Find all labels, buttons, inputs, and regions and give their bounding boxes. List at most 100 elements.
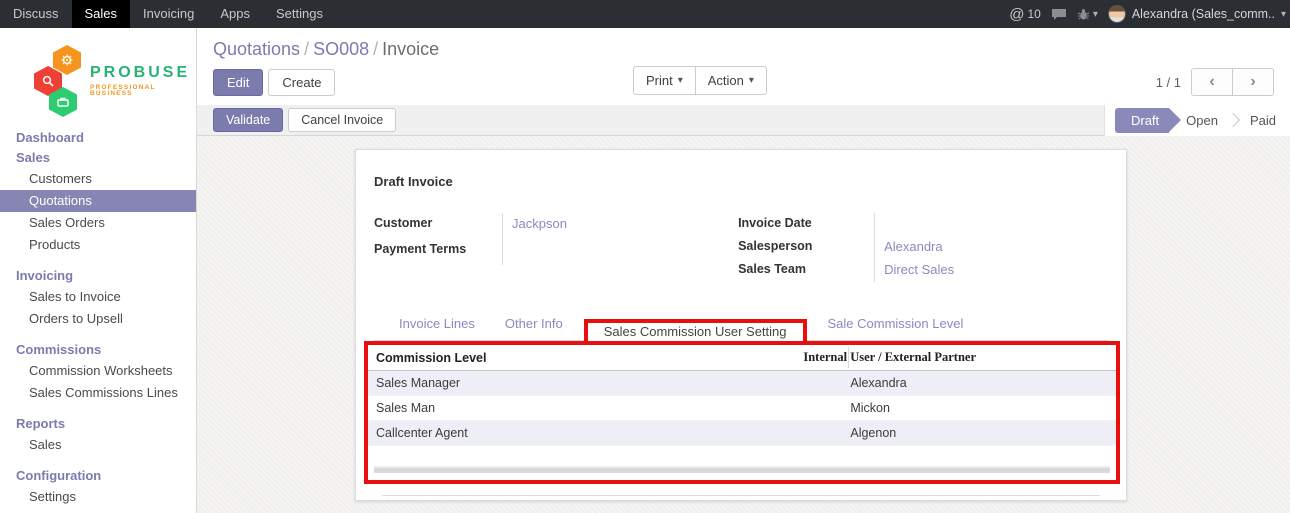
- field-label: Payment Terms: [374, 239, 502, 265]
- probuse-logo: PROBUSE PROFESSIONAL BUSINESS: [34, 42, 196, 120]
- tab-sales-commission-user-setting[interactable]: Sales Commission User Setting: [588, 316, 803, 348]
- main-area: Quotations/SO008/Invoice Edit Create Pri…: [197, 28, 1290, 513]
- breadcrumb-quotations[interactable]: Quotations: [213, 39, 300, 59]
- top-menubar: Discuss Sales Invoicing Apps Settings @ …: [0, 0, 1290, 28]
- logo-title: PROBUSE: [90, 65, 196, 81]
- field-salesperson: Salesperson Alexandra: [738, 236, 1108, 259]
- menu-settings[interactable]: Settings: [263, 0, 336, 28]
- table-row[interactable]: Callcenter Agent Algenon: [368, 421, 1116, 446]
- commission-users-table: Commission Level Internal User / Externa…: [368, 345, 1116, 446]
- column-header-internal-user-external-partner[interactable]: Internal User / External Partner: [794, 345, 1116, 371]
- sales-team-value-link[interactable]: Direct Sales: [874, 259, 1108, 282]
- cell-user[interactable]: Mickon: [794, 396, 1116, 421]
- sidebar-item-settings[interactable]: Settings: [0, 486, 196, 508]
- sidebar: PROBUSE PROFESSIONAL BUSINESS Dashboard …: [0, 28, 197, 513]
- cell-commission-level[interactable]: Sales Manager: [368, 371, 794, 396]
- chevron-down-icon: ▾: [749, 75, 754, 86]
- notebook-tabs: Invoice Lines Other Info Sales Commissio…: [374, 300, 1108, 341]
- cell-user[interactable]: Algenon: [794, 421, 1116, 446]
- menu-apps[interactable]: Apps: [207, 0, 263, 28]
- field-label: Invoice Date: [738, 213, 874, 236]
- sidebar-header-reports[interactable]: Reports: [0, 414, 196, 434]
- create-button[interactable]: Create: [268, 69, 335, 96]
- user-menu[interactable]: Alexandra (Sales_comm.. ▾: [1108, 5, 1286, 23]
- mention-icon: @: [1009, 6, 1024, 23]
- tab-invoice-lines[interactable]: Invoice Lines: [384, 307, 490, 340]
- field-label: Sales Team: [738, 259, 874, 282]
- sidebar-item-sales-report[interactable]: Sales: [0, 434, 196, 456]
- cell-commission-level[interactable]: Sales Man: [368, 396, 794, 421]
- chat-bubble-icon[interactable]: [1051, 8, 1067, 21]
- breadcrumb-so008[interactable]: SO008: [313, 39, 369, 59]
- tab-sale-commission-level[interactable]: Sale Commission Level: [813, 307, 979, 340]
- empty-table-space: [368, 446, 1116, 466]
- horizontal-scrollbar[interactable]: [374, 466, 1110, 473]
- avatar: [1108, 5, 1126, 23]
- payment-terms-value[interactable]: [502, 239, 716, 265]
- sidebar-header-invoicing[interactable]: Invoicing: [0, 266, 196, 286]
- field-customer: Customer Jackpson: [374, 213, 716, 239]
- cell-commission-level[interactable]: Callcenter Agent: [368, 421, 794, 446]
- print-dropdown-button[interactable]: Print ▾: [633, 66, 696, 95]
- table-row[interactable]: Sales Manager Alexandra: [368, 371, 1116, 396]
- pager: 1 / 1 ‹ ›: [1156, 68, 1274, 96]
- sidebar-item-sales-to-invoice[interactable]: Sales to Invoice: [0, 286, 196, 308]
- sidebar-item-customers[interactable]: Customers: [0, 168, 196, 190]
- sidebar-header-sales[interactable]: Sales: [0, 148, 196, 168]
- customer-value-link[interactable]: Jackpson: [502, 213, 716, 239]
- mentions-counter[interactable]: @ 10: [1009, 6, 1041, 23]
- status-open[interactable]: Open: [1186, 113, 1218, 128]
- action-dropdown-button[interactable]: Action ▾: [695, 66, 767, 95]
- salesperson-value-link[interactable]: Alexandra: [874, 236, 1108, 259]
- tab-other-info[interactable]: Other Info: [490, 307, 578, 340]
- cancel-invoice-button[interactable]: Cancel Invoice: [288, 108, 396, 132]
- sidebar-header-commissions[interactable]: Commissions: [0, 340, 196, 360]
- sidebar-item-orders-to-upsell[interactable]: Orders to Upsell: [0, 308, 196, 330]
- menu-invoicing[interactable]: Invoicing: [130, 0, 207, 28]
- document-title: Draft Invoice: [374, 174, 1108, 189]
- menu-sales[interactable]: Sales: [72, 0, 131, 28]
- bug-icon: [1077, 8, 1090, 21]
- chevron-down-icon: ▾: [678, 75, 683, 86]
- annotation-box-active-tab: Sales Commission User Setting: [584, 319, 807, 345]
- field-payment-terms: Payment Terms: [374, 239, 716, 265]
- sidebar-item-sales-orders[interactable]: Sales Orders: [0, 212, 196, 234]
- logo-hexagons: [34, 45, 84, 117]
- sidebar-item-products[interactable]: Products: [0, 234, 196, 256]
- invoice-form-sheet: Draft Invoice Customer Jackpson Payment …: [355, 149, 1127, 501]
- sidebar-item-quotations[interactable]: Quotations: [0, 190, 196, 212]
- chevron-separator-icon: [1226, 113, 1240, 127]
- status-draft[interactable]: Draft: [1115, 108, 1169, 133]
- invoice-date-value[interactable]: [874, 213, 1108, 236]
- column-header-commission-level[interactable]: Commission Level: [368, 345, 794, 371]
- sidebar-header-dashboard[interactable]: Dashboard: [0, 128, 196, 148]
- control-panel: Edit Create Print ▾ Action ▾ 1 / 1 ‹ ›: [197, 60, 1290, 105]
- breadcrumb: Quotations/SO008/Invoice: [197, 28, 1290, 60]
- annotation-box-table: Commission Level Internal User / Externa…: [364, 341, 1120, 484]
- edit-button[interactable]: Edit: [213, 69, 263, 96]
- sidebar-item-commission-worksheets[interactable]: Commission Worksheets: [0, 360, 196, 382]
- validate-button[interactable]: Validate: [213, 108, 283, 132]
- menu-discuss[interactable]: Discuss: [0, 0, 72, 28]
- pager-next-button[interactable]: ›: [1232, 68, 1274, 96]
- print-label: Print: [646, 73, 673, 88]
- table-header-row: Commission Level Internal User / Externa…: [368, 345, 1116, 371]
- breadcrumb-separator: /: [300, 39, 313, 59]
- logo-tagline: PROFESSIONAL BUSINESS: [90, 85, 196, 98]
- gear-icon: [53, 45, 81, 75]
- sidebar-item-config-products[interactable]: ▸ Products: [0, 508, 196, 513]
- breadcrumb-invoice: Invoice: [382, 39, 439, 59]
- field-sales-team: Sales Team Direct Sales: [738, 259, 1108, 282]
- status-bar: Draft Open Paid: [1104, 105, 1290, 136]
- pager-counter: 1 / 1: [1156, 75, 1181, 90]
- action-label: Action: [708, 73, 744, 88]
- sidebar-header-configuration[interactable]: Configuration: [0, 466, 196, 486]
- debug-menu[interactable]: ▾: [1077, 8, 1098, 21]
- field-invoice-date: Invoice Date: [738, 213, 1108, 236]
- sidebar-item-sales-commissions-lines[interactable]: Sales Commissions Lines: [0, 382, 196, 404]
- cell-user[interactable]: Alexandra: [794, 371, 1116, 396]
- status-paid[interactable]: Paid: [1250, 113, 1276, 128]
- pager-previous-button[interactable]: ‹: [1191, 68, 1233, 96]
- table-row[interactable]: Sales Man Mickon: [368, 396, 1116, 421]
- statusbar-toolbar: Validate Cancel Invoice Draft Open Paid: [197, 105, 1290, 136]
